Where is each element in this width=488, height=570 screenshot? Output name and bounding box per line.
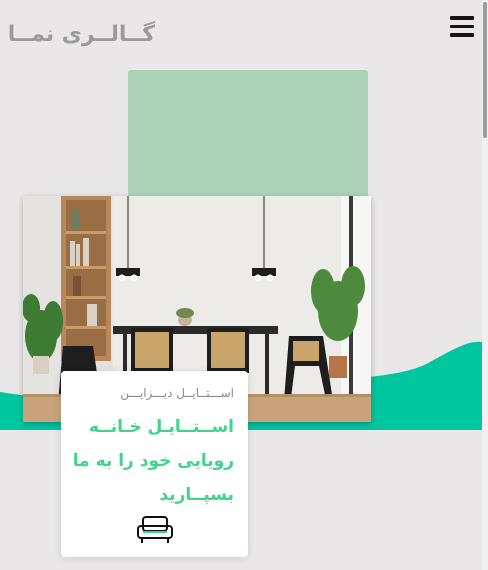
card-title-line: رویایی خود را به ما — [72, 451, 234, 471]
menu-bar — [450, 16, 474, 20]
card-kicker: اســـتــایــل دیـــزایـــن — [120, 386, 234, 400]
info-card[interactable]: اســـتــایــل دیـــزایـــن اســتــایـل خ… — [61, 371, 248, 557]
page: گــالــری نمــا اســـتــایــل دیـــزایــ… — [0, 0, 488, 570]
site-logo[interactable]: گــالــری نمــا — [8, 22, 155, 52]
card-title-line: بسپــارید — [159, 485, 234, 505]
scrollbar-thumb[interactable] — [483, 2, 487, 138]
card-title: اســتــایـل خـانــه رویایی خود را به ما … — [69, 410, 234, 512]
menu-bar — [450, 33, 474, 37]
sofa-icon — [137, 516, 173, 543]
decorative-green-block — [128, 70, 368, 202]
menu-bar — [450, 24, 474, 28]
hamburger-menu-icon[interactable] — [450, 16, 476, 40]
card-title-line: اســتــایـل خـانــه — [88, 417, 234, 437]
